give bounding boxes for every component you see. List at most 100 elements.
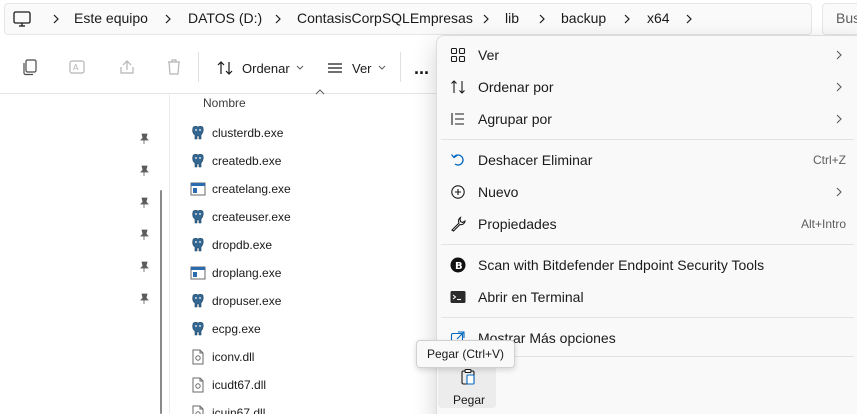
breadcrumb-x64[interactable]: x64 bbox=[647, 10, 670, 26]
share-icon[interactable] bbox=[117, 57, 137, 77]
dll-file-icon bbox=[192, 377, 204, 393]
pin-icon[interactable] bbox=[138, 293, 150, 305]
window-app-icon bbox=[190, 266, 206, 280]
sort-arrows-icon bbox=[217, 61, 233, 75]
view-button[interactable]: Ver bbox=[326, 57, 386, 79]
toolbar-divider bbox=[400, 52, 401, 82]
file-row[interactable]: iconv.dll bbox=[190, 343, 440, 371]
toolbar-divider bbox=[198, 52, 199, 82]
list-view-icon bbox=[328, 63, 342, 73]
file-name: createlang.exe bbox=[212, 182, 291, 196]
rename-icon[interactable]: A bbox=[68, 57, 88, 77]
copy-icon[interactable] bbox=[20, 57, 40, 77]
paste-button-label: Pegar bbox=[453, 393, 486, 407]
menu-item-label: Abrir en Terminal bbox=[478, 289, 584, 305]
breadcrumb-este-equipo[interactable]: Este equipo bbox=[74, 10, 148, 26]
file-name: iconv.dll bbox=[212, 350, 255, 364]
sort-button[interactable]: Ordenar bbox=[216, 57, 304, 79]
paste-icon bbox=[461, 368, 475, 385]
chevron-right-icon[interactable] bbox=[481, 10, 491, 28]
search-placeholder: Bus bbox=[836, 10, 857, 26]
menu-item-label: Scan with Bitdefender Endpoint Security … bbox=[478, 257, 765, 273]
svg-text:A: A bbox=[73, 63, 79, 72]
file-row[interactable]: icudt67.dll bbox=[190, 371, 440, 399]
menu-item-open-terminal[interactable]: Abrir en Terminal bbox=[437, 281, 857, 313]
pin-icon[interactable] bbox=[138, 197, 150, 209]
computer-icon[interactable] bbox=[12, 9, 32, 29]
address-bar: Este equipo DATOS (D:) ContasisCorpSQLEm… bbox=[0, 0, 857, 38]
menu-item-sort-by[interactable]: Ordenar por bbox=[437, 71, 857, 103]
chevron-right-icon[interactable] bbox=[537, 10, 547, 28]
file-name: ecpg.exe bbox=[212, 322, 261, 336]
menu-item-view[interactable]: Ver bbox=[437, 39, 857, 71]
sort-button-label: Ordenar bbox=[242, 60, 290, 76]
delete-icon[interactable] bbox=[164, 57, 184, 77]
pin-icon[interactable] bbox=[138, 229, 150, 241]
breadcrumb-backup[interactable]: backup bbox=[561, 10, 606, 26]
file-row[interactable]: icuin67.dll bbox=[190, 399, 440, 414]
chevron-right-icon bbox=[836, 82, 842, 92]
menu-separator bbox=[441, 317, 854, 318]
menu-item-label: Ordenar por bbox=[478, 79, 554, 95]
grid-view-icon bbox=[450, 47, 466, 63]
bitdefender-icon: B bbox=[450, 257, 466, 273]
chevron-right-icon[interactable] bbox=[163, 10, 173, 28]
menu-separator bbox=[441, 244, 854, 245]
chevron-down-icon bbox=[378, 65, 385, 70]
file-name: createuser.exe bbox=[212, 210, 291, 224]
chevron-right-icon bbox=[836, 50, 842, 60]
chevron-right-icon[interactable] bbox=[622, 10, 632, 28]
elephant-icon bbox=[192, 210, 204, 224]
menu-item-label: Deshacer Eliminar bbox=[478, 152, 593, 168]
window-app-icon bbox=[190, 182, 206, 196]
navigation-pane bbox=[0, 94, 170, 414]
breadcrumb-contasis[interactable]: ContasisCorpSQLEmpresas bbox=[297, 10, 473, 26]
file-row[interactable]: createuser.exe bbox=[190, 203, 440, 231]
terminal-icon bbox=[450, 291, 466, 303]
breadcrumb-datos-drive[interactable]: DATOS (D:) bbox=[188, 10, 262, 26]
menu-item-undo-delete[interactable]: Deshacer Eliminar Ctrl+Z bbox=[437, 144, 857, 176]
chevron-right-icon[interactable] bbox=[273, 10, 283, 28]
navigation-scrollbar[interactable] bbox=[160, 190, 162, 414]
file-name: icudt67.dll bbox=[212, 378, 267, 392]
elephant-icon bbox=[192, 322, 204, 336]
more-options-button[interactable]: ... bbox=[414, 57, 429, 79]
undo-icon bbox=[451, 154, 464, 166]
file-row[interactable]: dropdb.exe bbox=[190, 231, 440, 259]
file-row[interactable]: dropuser.exe bbox=[190, 287, 440, 315]
pin-icon[interactable] bbox=[138, 133, 150, 145]
group-list-icon bbox=[451, 113, 464, 125]
menu-item-group-by[interactable]: Agrupar por bbox=[437, 103, 857, 135]
file-row[interactable]: clusterdb.exe bbox=[190, 119, 440, 147]
menu-item-new[interactable]: Nuevo bbox=[437, 176, 857, 208]
file-row[interactable]: ecpg.exe bbox=[190, 315, 440, 343]
menu-item-shortcut: Alt+Intro bbox=[800, 217, 846, 231]
column-header-name[interactable]: Nombre bbox=[203, 96, 246, 110]
chevron-right-icon[interactable] bbox=[684, 10, 694, 28]
plus-circle-icon bbox=[451, 185, 465, 199]
pin-icon[interactable] bbox=[138, 261, 150, 273]
breadcrumb-lib[interactable]: lib bbox=[505, 10, 519, 26]
pin-icon[interactable] bbox=[138, 165, 150, 177]
menu-item-label: Propiedades bbox=[478, 216, 557, 232]
dll-file-icon bbox=[192, 405, 204, 414]
chevron-right-icon bbox=[836, 187, 842, 197]
sort-ascending-icon bbox=[315, 89, 325, 95]
menu-separator bbox=[441, 139, 854, 140]
file-row[interactable]: createlang.exe bbox=[190, 175, 440, 203]
menu-item-properties[interactable]: Propiedades Alt+Intro bbox=[437, 208, 857, 240]
elephant-icon bbox=[192, 126, 204, 140]
svg-text:B: B bbox=[455, 261, 463, 272]
file-row[interactable]: createdb.exe bbox=[190, 147, 440, 175]
file-row[interactable]: droplang.exe bbox=[190, 259, 440, 287]
menu-item-shortcut: Ctrl+Z bbox=[813, 153, 846, 167]
elephant-icon bbox=[192, 154, 204, 168]
elephant-icon bbox=[192, 238, 204, 252]
chevron-right-icon[interactable] bbox=[51, 10, 61, 28]
file-name: createdb.exe bbox=[212, 154, 282, 168]
menu-item-label: Nuevo bbox=[478, 184, 519, 200]
chevron-down-icon bbox=[296, 65, 304, 70]
file-name: dropdb.exe bbox=[212, 238, 273, 252]
menu-item-bitdefender-scan[interactable]: B Scan with Bitdefender Endpoint Securit… bbox=[437, 249, 857, 281]
paste-tooltip: Pegar (Ctrl+V) bbox=[416, 340, 516, 368]
